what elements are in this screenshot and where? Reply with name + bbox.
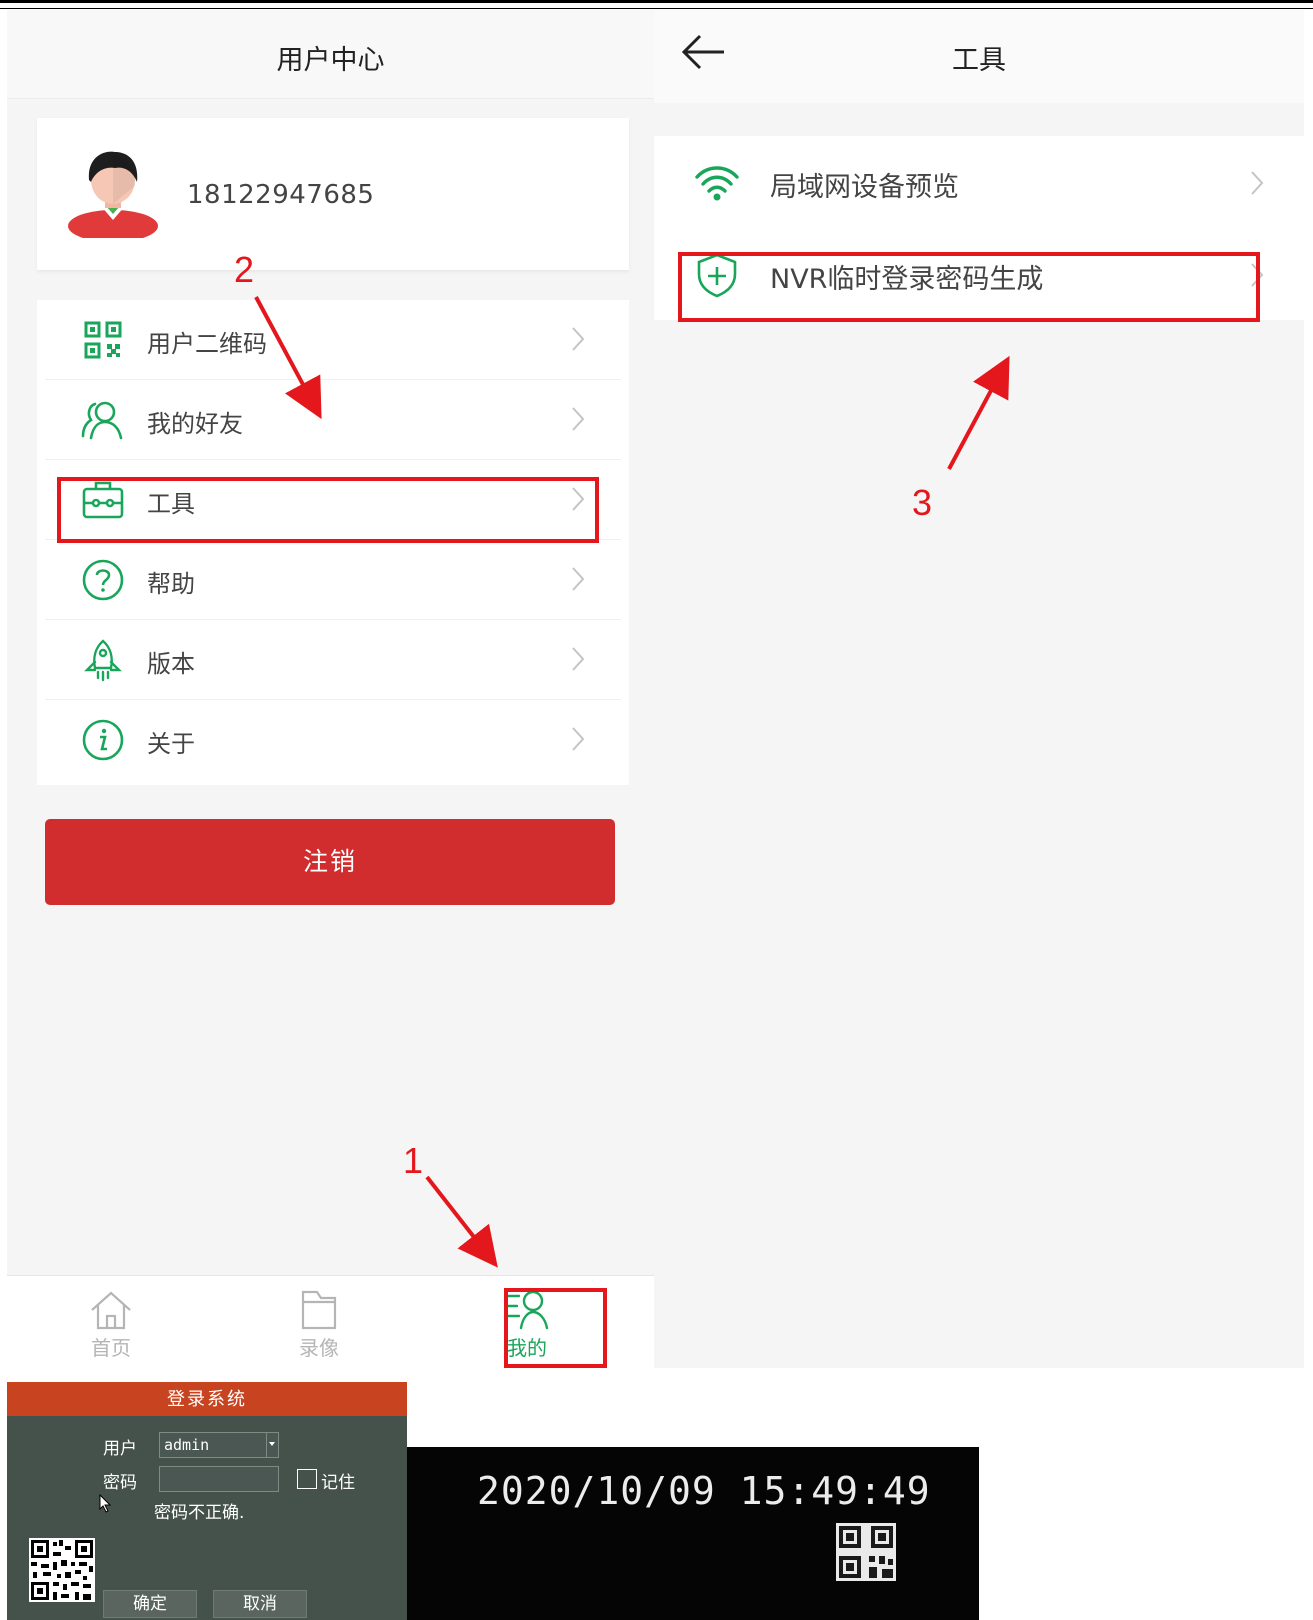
nvr-time-display: 2020/10/09 15:49:49 bbox=[407, 1447, 979, 1620]
password-label: 密码 bbox=[103, 1473, 137, 1493]
password-input[interactable] bbox=[159, 1466, 279, 1492]
remember-checkbox[interactable] bbox=[297, 1469, 317, 1489]
confirm-button[interactable]: 确定 bbox=[103, 1590, 197, 1618]
user-label: 用户 bbox=[103, 1439, 137, 1459]
arrow-step-3 bbox=[947, 355, 1010, 470]
remember-label: 记住 bbox=[321, 1473, 355, 1493]
username-value: admin bbox=[164, 1436, 210, 1454]
nvr-datetime: 2020/10/09 15:49:49 bbox=[477, 1469, 931, 1513]
mouse-cursor-icon bbox=[99, 1494, 112, 1513]
login-qrcode-image bbox=[29, 1538, 95, 1602]
dropdown-arrow-icon bbox=[266, 1433, 278, 1457]
login-dialog-title: 登录系统 bbox=[7, 1382, 407, 1416]
time-qrcode-image bbox=[836, 1523, 896, 1581]
nvr-login-dialog: 登录系统 用户 admin 密码 记住 密码不正确. 确定 取消 bbox=[7, 1382, 407, 1620]
arrow-step-1 bbox=[425, 1175, 498, 1268]
arrow-step-2 bbox=[254, 296, 322, 420]
login-error-message: 密码不正确. bbox=[154, 1503, 245, 1523]
cancel-button[interactable]: 取消 bbox=[213, 1590, 307, 1618]
annotation-arrows bbox=[254, 296, 1010, 1268]
username-select[interactable]: admin bbox=[159, 1432, 279, 1458]
